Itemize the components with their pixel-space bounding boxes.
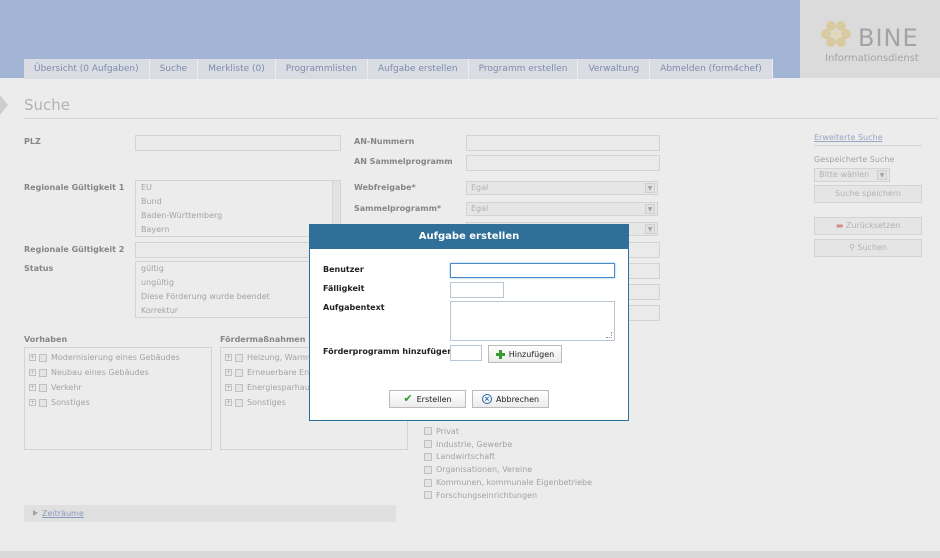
benutzer-input[interactable] [450,263,615,278]
benutzer-label: Benutzer [323,265,364,274]
hinzufuegen-label: Hinzufügen [508,349,555,359]
dialog-title[interactable]: Aufgabe erstellen [310,225,628,249]
erstellen-label: Erstellen [416,394,452,404]
aufgabe-erstellen-dialog: Aufgabe erstellen Benutzer Fälligkeit Au… [309,224,629,421]
checkmark-icon: ✔ [403,392,413,405]
plus-icon [495,349,505,359]
foerderprogramm-input[interactable] [450,345,482,361]
resize-handle-icon[interactable] [606,332,612,338]
faelligkeit-label: Fälligkeit [323,284,365,293]
hinzufuegen-button[interactable]: Hinzufügen [488,345,562,363]
erstellen-button[interactable]: ✔ Erstellen [389,390,466,408]
foerderprogramm-label: Förderprogramm hinzufügen [323,347,453,356]
abbrechen-label: Abbrechen [495,394,540,404]
cancel-icon: × [481,394,492,404]
faelligkeit-input[interactable] [450,282,504,298]
aufgabentext-label: Aufgabentext [323,303,385,312]
aufgabentext-textarea[interactable] [450,301,615,341]
abbrechen-button[interactable]: × Abbrechen [472,390,549,408]
